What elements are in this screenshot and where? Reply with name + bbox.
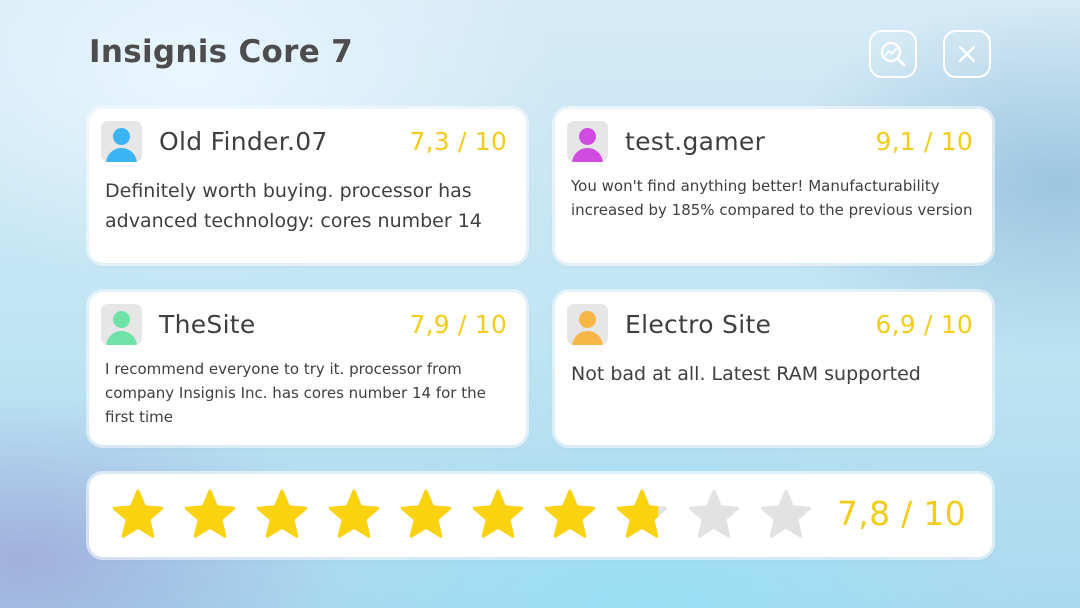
user-avatar-icon xyxy=(101,304,142,345)
star-icon xyxy=(616,489,668,538)
star-icon xyxy=(544,489,596,538)
close-button[interactable] xyxy=(943,30,991,78)
star-icon xyxy=(760,489,812,538)
magnifier-chart-icon xyxy=(880,41,906,67)
star-icon xyxy=(472,489,524,538)
review-text: Definitely worth buying. processor has a… xyxy=(105,180,482,232)
star-icon xyxy=(256,489,308,538)
user-avatar-icon xyxy=(101,121,142,162)
user-avatar-icon xyxy=(567,304,608,345)
star-icon xyxy=(184,489,236,538)
reviewer-name: TheSite xyxy=(159,310,256,339)
review-card-test-gamer: test.gamer 9,1 / 10 You won't find anyth… xyxy=(555,109,992,263)
review-score: 9,1 / 10 xyxy=(875,127,973,156)
star-icon xyxy=(112,489,164,538)
close-icon xyxy=(958,45,976,63)
page-title: Insignis Core 7 xyxy=(89,34,354,70)
star-icon xyxy=(400,489,452,538)
star-icon xyxy=(328,489,380,538)
review-card-old-finder: Old Finder.07 7,3 / 10 Definitely worth … xyxy=(89,109,526,263)
review-score: 7,9 / 10 xyxy=(409,310,507,339)
review-text: I recommend everyone to try it. processo… xyxy=(105,360,486,426)
review-score: 7,3 / 10 xyxy=(409,127,507,156)
review-score: 6,9 / 10 xyxy=(875,310,973,339)
analyze-button[interactable] xyxy=(869,30,917,78)
review-text: You won't find anything better! Manufact… xyxy=(571,177,973,219)
review-card-thesite: TheSite 7,9 / 10 I recommend everyone to… xyxy=(89,292,526,445)
overall-score: 7,8 / 10 xyxy=(837,494,966,533)
reviewer-name: test.gamer xyxy=(625,127,766,156)
user-avatar-icon xyxy=(567,121,608,162)
review-text: Not bad at all. Latest RAM supported xyxy=(571,363,921,385)
reviewer-name: Electro Site xyxy=(625,310,772,339)
review-card-electro-site: Electro Site 6,9 / 10 Not bad at all. La… xyxy=(555,292,992,445)
reviewer-name: Old Finder.07 xyxy=(159,127,328,156)
star-icon xyxy=(688,489,740,538)
overall-rating-panel: 7,8 / 10 xyxy=(89,474,992,557)
